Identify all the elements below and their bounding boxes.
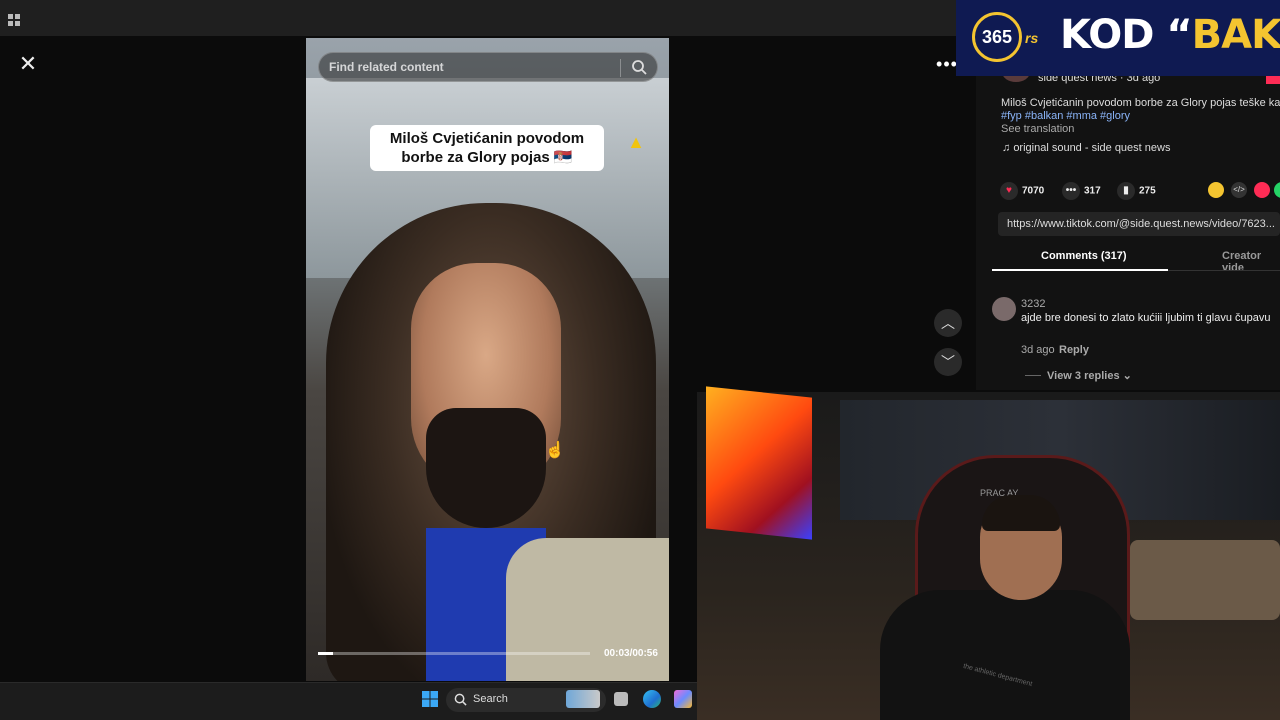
caption-line-1: Miloš Cvjetićanin povodom [389, 130, 585, 147]
heart-icon[interactable]: ♥ [1000, 182, 1018, 200]
chevron-down-icon: ⌄ [1122, 370, 1132, 382]
search-divider [620, 59, 621, 77]
comment-date: 3d ago [1021, 344, 1055, 356]
reply-button[interactable]: Reply [1059, 344, 1089, 356]
browser-top-bar [0, 0, 960, 36]
search-icon [454, 693, 467, 706]
webcam-fireplace-tv [706, 386, 812, 540]
stream-title-highlight: BAKA [1191, 12, 1280, 58]
copilot-icon[interactable] [674, 690, 692, 708]
video-link-field[interactable]: https://www.tiktok.com/@side.quest.news/… [998, 212, 1280, 236]
commenter-avatar[interactable] [992, 297, 1016, 321]
video-caption: Miloš Cvjetićanin povodom borbe za Glory… [370, 125, 604, 171]
replies-line [1025, 375, 1041, 376]
save-count: 275 [1139, 185, 1156, 197]
webcam-person-body [880, 590, 1130, 720]
video-time: 00:03/00:56 [604, 648, 658, 659]
apps-grid-icon[interactable] [8, 14, 20, 26]
edge-browser-icon[interactable] [643, 690, 661, 708]
bookmark-icon[interactable]: ▮ [1117, 182, 1135, 200]
video-progress-fill [318, 652, 333, 655]
caption-line-2: borbe za Glory pojas 🇷🇸 [401, 149, 573, 166]
task-view-icon[interactable] [614, 692, 628, 706]
comment-text: ajde bre donesi to zlato kućiii ljubim t… [1021, 312, 1271, 324]
sound-name: original sound - side quest news [1013, 142, 1171, 154]
find-related-search[interactable]: Find related content [318, 52, 658, 82]
commenter-name[interactable]: 3232 [1021, 298, 1045, 310]
music-note-icon: ♫ [1002, 142, 1014, 154]
webcam-person-hair [982, 495, 1060, 531]
chevron-down-icon[interactable]: ﹀ [934, 348, 962, 376]
mouse-cursor-icon: ☝ [545, 442, 565, 459]
comment-stat[interactable]: ••• 317 [1062, 182, 1101, 200]
like-count: 7070 [1022, 185, 1045, 197]
search-highlight-icon[interactable] [566, 690, 600, 708]
chevron-up-icon[interactable]: ︿ [934, 309, 962, 337]
stream-title: KOD “BAKA” [1060, 12, 1280, 58]
share-repost-icon[interactable] [1208, 182, 1224, 198]
video-subject-jacket [506, 538, 669, 681]
taskbar-search-label: Search [473, 693, 508, 705]
stream-title-prefix: KOD “ [1060, 12, 1193, 58]
view-replies-button[interactable]: View 3 replies ⌄ [1047, 369, 1132, 382]
see-translation-link[interactable]: See translation [1001, 123, 1074, 135]
tab-active-indicator [992, 269, 1168, 271]
post-description: Miloš Cvjetićanin povodom borbe za Glory… [1001, 97, 1280, 109]
view-replies-label: View 3 replies [1047, 370, 1120, 382]
close-icon[interactable]: ✕ [16, 52, 40, 76]
brand-a-icon: ▲ [627, 132, 645, 152]
like-stat[interactable]: ♥ 7070 [1000, 182, 1044, 200]
comment-count: 317 [1084, 185, 1101, 197]
tab-comments[interactable]: Comments (317) [1041, 250, 1127, 262]
comment-icon[interactable]: ••• [1062, 182, 1080, 200]
brand-logo: 365 [972, 12, 1022, 62]
windows-start-icon[interactable] [422, 691, 438, 707]
sound-row[interactable]: ♫ original sound - side quest news [1002, 142, 1170, 154]
video-progress-bar[interactable] [318, 652, 590, 655]
webcam-sofa [1130, 540, 1280, 620]
brand-logo-suffix: rs [1025, 30, 1039, 46]
embed-icon[interactable]: </> [1231, 182, 1247, 198]
post-hashtags[interactable]: #fyp #balkan #mma #glory [1001, 110, 1130, 122]
save-stat[interactable]: ▮ 275 [1117, 182, 1156, 200]
search-placeholder: Find related content [329, 60, 444, 74]
video-subject-beard [426, 408, 546, 528]
search-icon[interactable] [631, 59, 647, 75]
share-direct-icon[interactable] [1254, 182, 1270, 198]
